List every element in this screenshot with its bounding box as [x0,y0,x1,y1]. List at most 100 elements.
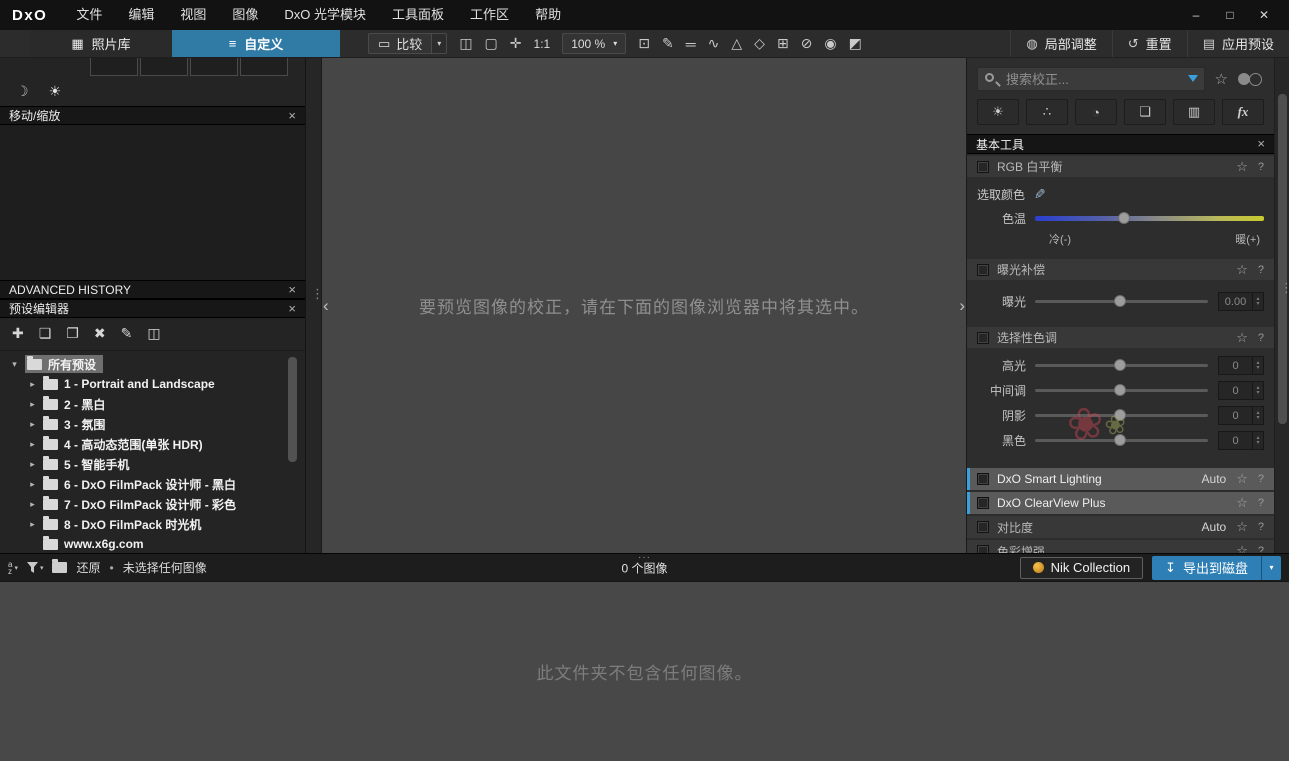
rename-preset-icon[interactable]: ✎ [121,325,133,342]
tree-item-preset-folder[interactable]: ▸ 5 - 智能手机 [0,454,305,474]
menu-help[interactable]: 帮助 [522,0,574,30]
filter-icon[interactable]: ▾ [26,562,43,573]
close-icon[interactable]: × [1257,137,1265,150]
histogram-channel-box[interactable] [90,58,138,76]
close-icon[interactable]: × [288,283,296,296]
chevron-right-icon[interactable]: ▸ [28,479,37,490]
polygon-tool-icon[interactable]: ◇ [754,35,765,52]
tree-item-preset-folder[interactable]: ▸ 8 - DxO FilmPack 时光机 [0,514,305,534]
help-icon[interactable]: ? [1258,332,1264,344]
split-view-icon[interactable]: ◫ [459,35,472,52]
blacks-value-box[interactable]: 0 ▴ ▾ [1218,431,1264,450]
right-panel-scrollbar[interactable]: ⋮ [1274,58,1289,553]
stepper-down-icon[interactable]: ▾ [1256,365,1259,371]
help-icon[interactable]: ? [1258,264,1264,276]
star-icon[interactable]: ☆ [1236,471,1248,487]
tree-scrollbar-thumb[interactable] [288,357,297,462]
blacks-slider[interactable] [1035,434,1208,447]
star-icon[interactable]: ☆ [1236,330,1248,346]
slider-handle[interactable] [1113,409,1126,421]
collapse-left-panel-icon[interactable]: ‹ [323,296,329,316]
histogram-channel-box[interactable] [240,58,288,76]
chevron-right-icon[interactable]: ▸ [28,399,37,410]
contrast-checkbox[interactable] [977,521,989,533]
tree-item-preset-folder[interactable]: ▸ 3 - 氛围 [0,414,305,434]
temperature-slider[interactable] [1035,212,1264,225]
restore-button[interactable]: 还原 [76,559,100,576]
sort-az-icon[interactable]: a z ▾ [8,560,18,575]
apply-preset-button[interactable]: ▤ 应用预设 [1186,30,1289,57]
control-line-tool-icon[interactable]: △ [731,35,742,52]
shadow-clipping-moon-icon[interactable]: ☽ [16,83,29,100]
color-enhance-row[interactable]: 色彩增强 ☆ ? [967,540,1274,553]
horizon-tool-icon[interactable]: ═ [686,36,696,52]
close-icon[interactable]: × [288,302,296,315]
favorites-star-icon[interactable]: ☆ [1215,70,1228,88]
collapse-right-panel-icon[interactable]: › [959,296,965,316]
reset-button[interactable]: ↺ 重置 [1111,30,1187,57]
stepper-down-icon[interactable]: ▾ [1256,390,1259,396]
selective-tone-panel-header[interactable]: 选择性色调 ☆ ? [967,327,1274,348]
close-icon[interactable]: × [288,109,296,122]
value-stepper[interactable]: ▴ ▾ [1252,357,1263,374]
tab-local[interactable]: ▥ [1173,99,1215,125]
help-icon[interactable]: ? [1258,473,1264,485]
tree-item-preset-folder[interactable]: ▸ 6 - DxO FilmPack 设计师 - 黑白 [0,474,305,494]
move-zoom-panel-header[interactable]: 移动/缩放 × [0,106,305,125]
save-preset-icon[interactable]: ◫ [147,325,160,342]
highlights-slider[interactable] [1035,359,1208,372]
stepper-down-icon[interactable]: ▾ [1256,415,1259,421]
tree-item-preset-folder[interactable]: ▸ 2 - 黑白 [0,394,305,414]
clearview-checkbox[interactable] [977,497,989,509]
exposure-checkbox[interactable] [977,263,989,276]
pan-tool-icon[interactable]: ✛ [510,35,522,52]
compare-dropdown[interactable]: ▾ [432,33,448,54]
tab-detail[interactable]: ◔ [1075,99,1117,125]
mask-tool-icon[interactable]: ◩ [849,35,862,52]
value-stepper[interactable]: ▴ ▾ [1252,293,1263,310]
clearview-row[interactable]: DxO ClearView Plus ☆ ? [967,492,1274,514]
stepper-down-icon[interactable]: ▾ [1256,301,1259,307]
value-stepper[interactable]: ▴ ▾ [1252,382,1263,399]
smart-lighting-mode[interactable]: Auto [1202,472,1227,486]
chevron-right-icon[interactable]: ▸ [28,519,37,530]
menu-workspace[interactable]: 工作区 [457,0,522,30]
maximize-button[interactable]: □ [1213,0,1247,30]
tree-item-preset-folder[interactable]: ▸ 1 - Portrait and Landscape [0,374,305,394]
show-mask-eye-icon[interactable]: ◉ [824,35,836,52]
attach-tool-icon[interactable]: ⊘ [801,35,813,52]
search-input[interactable] [977,67,1205,91]
help-icon[interactable]: ? [1258,497,1264,509]
histogram-channel-box[interactable] [140,58,188,76]
single-view-icon[interactable]: ▢ [485,35,498,52]
slider-handle[interactable] [1118,212,1131,224]
midtones-value-box[interactable]: 0 ▴ ▾ [1218,381,1264,400]
shadows-slider[interactable] [1035,409,1208,422]
menu-view[interactable]: 视图 [167,0,219,30]
slider-handle[interactable] [1113,384,1126,396]
help-icon[interactable]: ? [1258,545,1264,553]
preset-from-image-icon[interactable]: ❏ [39,325,52,342]
tab-customize[interactable]: ≡ 自定义 [172,30,340,57]
exposure-panel-header[interactable]: 曝光补偿 ☆ ? [967,259,1274,280]
minimize-button[interactable]: – [1179,0,1213,30]
menu-optics-modules[interactable]: DxO 光学模块 [271,0,379,30]
advanced-history-panel-header[interactable]: ADVANCED HISTORY × [0,280,305,299]
star-icon[interactable]: ☆ [1236,519,1248,535]
compare-button[interactable]: ▭ 比较 [368,33,433,54]
menu-tool-panels[interactable]: 工具面板 [379,0,457,30]
scrollbar-thumb[interactable] [1278,94,1287,424]
slider-handle[interactable] [1113,359,1126,371]
tree-item-preset-folder[interactable]: ▸ 4 - 高动态范围(单张 HDR) [0,434,305,454]
tab-color[interactable]: ∴ [1026,99,1068,125]
contrast-row[interactable]: 对比度 Auto ☆ ? [967,516,1274,538]
exposure-value-box[interactable]: 0.00 ▴ ▾ [1218,292,1264,311]
value-stepper[interactable]: ▴ ▾ [1252,407,1263,424]
slider-handle[interactable] [1113,434,1126,446]
left-panel-splitter[interactable]: ⋮ [305,58,324,553]
tab-light[interactable]: ☀ [977,99,1019,125]
slider-handle[interactable] [1113,295,1126,307]
histogram-channel-box[interactable] [190,58,238,76]
tree-item-preset-folder[interactable]: www.x6g.com [0,534,305,553]
nik-collection-button[interactable]: Nik Collection [1019,556,1144,579]
